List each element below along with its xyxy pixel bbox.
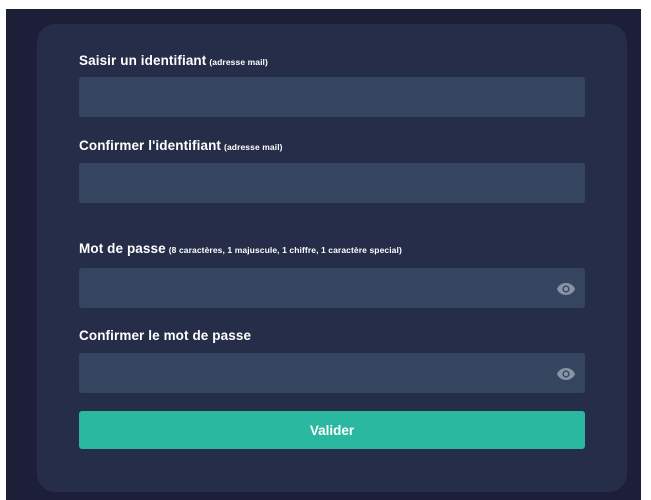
confirm-password-input[interactable] xyxy=(79,353,585,393)
eye-icon[interactable] xyxy=(556,282,576,296)
confirm-password-label: Confirmer le mot de passe xyxy=(79,328,251,343)
password-hint: (8 caractères, 1 majuscule, 1 chiffre, 1… xyxy=(168,245,402,255)
identifiant-hint: (adresse mail) xyxy=(209,57,268,67)
submit-button[interactable]: Valider xyxy=(79,411,585,449)
identifiant-input[interactable] xyxy=(79,77,585,117)
password-input[interactable] xyxy=(79,268,585,308)
confirm-identifiant-input[interactable] xyxy=(79,163,585,203)
identifiant-label: Saisir un identifiant (adresse mail) xyxy=(79,53,268,68)
eye-icon[interactable] xyxy=(556,367,576,381)
confirm-identifiant-label: Confirmer l'identifiant (adresse mail) xyxy=(79,138,283,153)
identifiant-label-text: Saisir un identifiant xyxy=(79,53,207,68)
confirm-password-label-text: Confirmer le mot de passe xyxy=(79,328,252,343)
confirm-identifiant-hint: (adresse mail) xyxy=(224,142,283,152)
password-label: Mot de passe (8 caractères, 1 majuscule, … xyxy=(79,241,402,256)
confirm-identifiant-label-text: Confirmer l'identifiant xyxy=(79,138,222,153)
password-label-text: Mot de passe xyxy=(79,241,166,256)
